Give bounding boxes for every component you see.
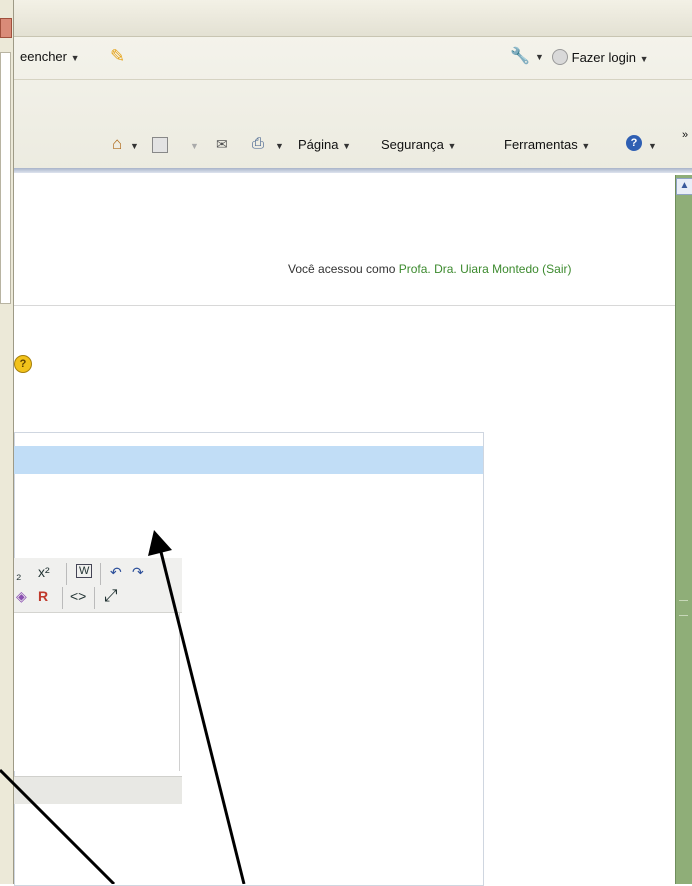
fullscreen-button[interactable]: ⤢ xyxy=(104,586,118,606)
insert-media-button[interactable]: ◈ xyxy=(16,588,27,605)
fill-button[interactable]: eencher ▼ xyxy=(20,49,80,64)
paste-word-button[interactable]: W xyxy=(76,564,93,578)
chevron-down-icon: ▼ xyxy=(447,141,457,151)
browser-toolbar-row1: eencher ▼ ✎ 🔧 ▼ Fazer login ▼ xyxy=(0,37,692,80)
fill-label: eencher xyxy=(20,49,67,64)
login-label: Fazer login xyxy=(571,50,636,65)
chevron-down-icon: ▼ xyxy=(639,54,649,64)
scroll-up-button[interactable]: ▲ xyxy=(676,178,692,195)
page-menu-label: Página xyxy=(298,137,339,152)
subscript-button[interactable]: ₂ xyxy=(16,566,21,582)
browser-tab-strip xyxy=(0,0,692,37)
superscript-button[interactable]: x² xyxy=(38,564,50,580)
login-button[interactable]: Fazer login ▼ xyxy=(552,49,648,65)
chrome-divider xyxy=(0,168,692,173)
scroll-grip-icon xyxy=(679,600,688,616)
feeds-icon[interactable] xyxy=(152,137,168,153)
chevron-down-icon[interactable]: ▼ xyxy=(648,141,657,151)
undo-button[interactable]: ↶ xyxy=(110,564,122,581)
chevron-down-icon[interactable]: ▼ xyxy=(535,52,544,62)
help-icon[interactable]: ? xyxy=(14,355,32,373)
background-window-content xyxy=(0,52,11,304)
toolbar-separator xyxy=(62,587,63,609)
page-menu[interactable]: Página ▼ xyxy=(298,137,351,152)
chevron-down-icon[interactable]: ▼ xyxy=(130,141,139,151)
login-text: Você acessou como xyxy=(288,262,396,276)
printer-icon[interactable]: ⎙ xyxy=(252,135,264,152)
user-profile-link[interactable]: Profa. Dra. Uiara Montedo xyxy=(399,262,539,276)
pencil-icon[interactable]: ✎ xyxy=(110,46,125,67)
header-divider xyxy=(14,305,675,306)
toolbar-separator xyxy=(66,563,67,585)
logout-link[interactable]: (Sair) xyxy=(542,262,571,276)
redo-button[interactable]: ↷ xyxy=(132,564,144,581)
close-icon[interactable] xyxy=(0,18,12,38)
login-info: Você acessou como Profa. Dra. Uiara Mont… xyxy=(288,262,572,276)
content-box-header xyxy=(14,446,483,474)
overflow-chevron[interactable]: » xyxy=(682,129,688,141)
security-menu-label: Segurança xyxy=(381,137,444,152)
tools-menu-label: Ferramentas xyxy=(504,137,578,152)
editor-toolbar: ₂ x² W ↶ ↷ ◈ R <> ⤢ xyxy=(14,558,182,613)
chevron-down-icon: ▼ xyxy=(342,141,352,151)
editor-status-bar xyxy=(14,776,182,804)
toolbar-separator xyxy=(94,587,95,609)
tools-menu[interactable]: Ferramentas ▼ xyxy=(504,137,590,152)
chevron-down-icon: ▼ xyxy=(70,53,80,63)
toolbar-separator xyxy=(100,563,101,585)
security-menu[interactable]: Segurança ▼ xyxy=(381,137,456,152)
wrench-icon[interactable]: 🔧 xyxy=(510,46,530,66)
chevron-down-icon[interactable]: ▼ xyxy=(275,141,284,151)
vertical-scrollbar[interactable] xyxy=(675,175,692,884)
chevron-down-icon: ▼ xyxy=(190,141,199,151)
html-source-button[interactable]: <> xyxy=(70,588,86,604)
mail-icon[interactable]: ✉ xyxy=(216,136,228,153)
replace-button[interactable]: R xyxy=(38,588,48,604)
user-circle-icon xyxy=(552,49,568,65)
chevron-down-icon: ▼ xyxy=(581,141,591,151)
home-icon[interactable]: ⌂ xyxy=(112,134,122,154)
editor-text-area[interactable] xyxy=(14,613,180,771)
browser-command-bar: ⌂ ▼ ▼ ✉ ⎙ ▼ Página ▼ Segurança ▼ Ferrame… xyxy=(0,80,692,168)
help-icon[interactable]: ? xyxy=(626,135,642,151)
